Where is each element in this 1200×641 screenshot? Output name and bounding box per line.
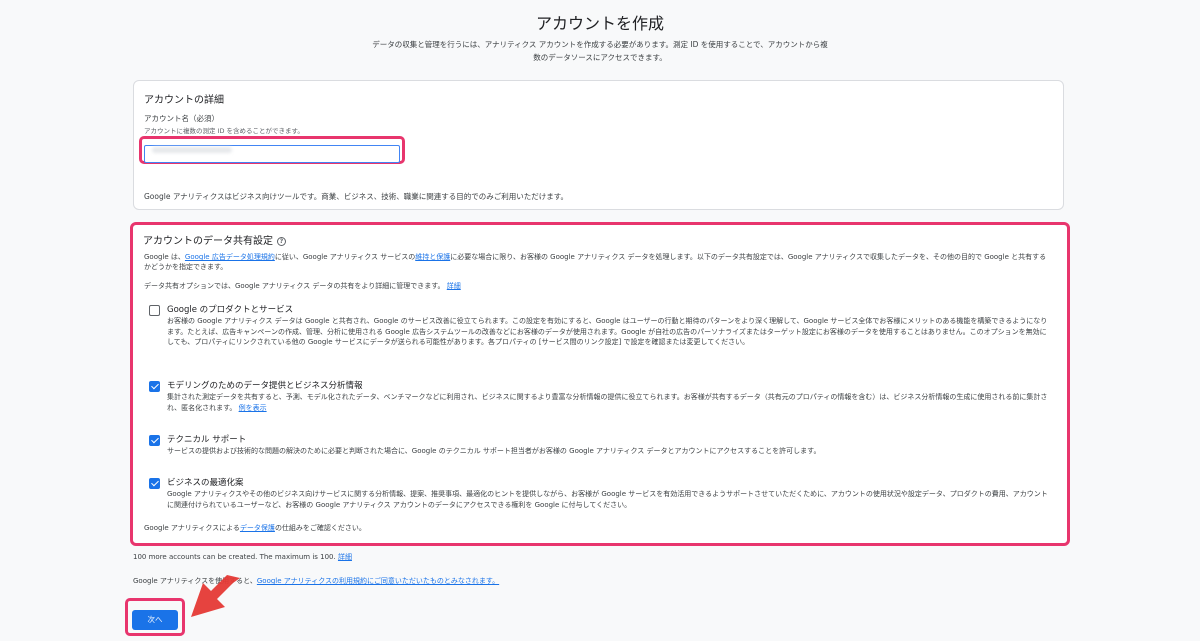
option-title: モデリングのためのデータ提供とビジネス分析情報 xyxy=(167,381,363,391)
data-protection-note: Google アナリティクスによるデータ保護の仕組みをご確認ください。 xyxy=(144,524,366,532)
business-note: Google アナリティクスはビジネス向けツールです。商業、ビジネス、技術、職業… xyxy=(144,192,569,201)
account-name-sublabel: アカウントに複数の測定 ID を含めることができます。 xyxy=(144,127,304,135)
options-detail-link[interactable]: 詳細 xyxy=(447,282,461,290)
accounts-detail-link[interactable]: 詳細 xyxy=(338,553,352,561)
option-modeling: モデリングのためのデータ提供とビジネス分析情報 集計された測定データを共有すると… xyxy=(144,379,1054,419)
page-intro: データの収集と管理を行うには、アナリティクス アカウントを作成する必要があります… xyxy=(372,40,828,62)
option-title: Google のプロダクトとサービス xyxy=(167,305,294,315)
checkbox-business-recommendations[interactable] xyxy=(149,478,160,489)
data-protection-link[interactable]: データ保護 xyxy=(240,524,275,532)
accounts-remaining: 100 more accounts can be created. The ma… xyxy=(133,553,352,561)
option-desc: Google アナリティクスやその他のビジネス向けサービスに関する分析情報、提案… xyxy=(167,490,1048,509)
option-google-products: Google のプロダクトとサービス お客様の Google アナリティクス デ… xyxy=(144,303,1054,363)
data-sharing-title-text: アカウントのデータ共有設定 xyxy=(143,236,273,247)
option-title: テクニカル サポート xyxy=(167,435,247,445)
account-details-title: アカウントの詳細 xyxy=(144,95,224,106)
help-icon[interactable]: ? xyxy=(277,236,286,246)
checkbox-google-products[interactable] xyxy=(149,305,160,316)
terms-link[interactable]: Google アナリティクスの利用規約にご同意いただいたものとみなされます。 xyxy=(257,577,499,585)
show-example-link[interactable]: 例を表示 xyxy=(239,404,267,412)
ads-terms-link[interactable]: Google 広告データ処理規約 xyxy=(185,253,275,261)
pointer-arrow-icon xyxy=(191,575,240,617)
redacted-value xyxy=(152,147,232,153)
account-name-label: アカウント名（必須） xyxy=(144,114,219,123)
option-title: ビジネスの最適化案 xyxy=(167,478,244,488)
option-desc: 集計された測定データを共有すると、予測、モデル化されたデータ、ベンチマークなどに… xyxy=(167,393,1048,412)
next-button[interactable]: 次へ xyxy=(132,609,178,630)
data-sharing-intro: Google は、Google 広告データ処理規約に従い、Google アナリテ… xyxy=(144,253,1047,271)
option-business-recommendations: ビジネスの最適化案 Google アナリティクスやその他のビジネス向けサービスに… xyxy=(144,476,1054,516)
option-desc: お客様の Google アナリティクス データは Google と共有され、Go… xyxy=(167,317,1048,346)
page-title: アカウントを作成 xyxy=(535,14,664,33)
next-highlight: 次へ xyxy=(125,598,185,636)
checkbox-tech-support[interactable] xyxy=(149,435,160,446)
account-name-highlight xyxy=(139,136,405,164)
data-sharing-title: アカウントのデータ共有設定? xyxy=(143,232,286,247)
maintain-protect-link[interactable]: 維持と保護 xyxy=(415,253,450,261)
option-desc: サービスの提供および技術的な問題の解決のために必要と判断された場合に、Googl… xyxy=(167,447,821,455)
checkbox-modeling[interactable] xyxy=(149,381,160,392)
option-tech-support: テクニカル サポート サービスの提供および技術的な問題の解決のために必要と判断さ… xyxy=(144,433,1054,461)
options-note: データ共有オプションでは、Google アナリティクス データの共有をより詳細に… xyxy=(144,282,461,290)
